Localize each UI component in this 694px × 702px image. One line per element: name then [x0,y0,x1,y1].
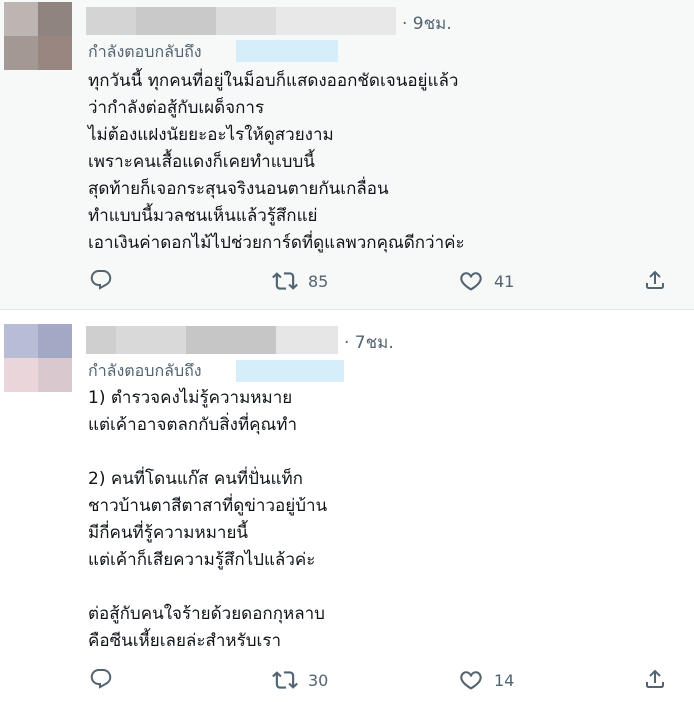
reply-icon [90,669,112,689]
share-icon [646,669,664,688]
tweet-text: ทุกวันนี้ ทุกคนที่อยู่ในม็อบก็แสดงออกชัด… [88,71,465,253]
replying-to-label: กำลังตอบกลับถึง [88,361,202,380]
retweet-button[interactable]: 85 [272,268,328,294]
retweet-icon [272,272,298,290]
retweet-button[interactable]: 30 [272,667,328,693]
share-button[interactable] [643,667,667,691]
share-button[interactable] [643,268,667,292]
tweet-timestamp[interactable]: · 9ชม. [402,10,452,37]
retweet-icon [272,671,298,689]
reply-button[interactable] [89,667,113,691]
replying-to-label: กำลังตอบกลับถึง [88,42,202,61]
replying-to-handle-redacted[interactable] [236,40,338,62]
heart-icon [460,671,482,690]
reply-button[interactable] [89,268,113,292]
retweet-count: 30 [308,670,329,690]
reply-icon [90,270,112,290]
author-name-redacted[interactable] [86,326,338,354]
avatar[interactable] [4,324,72,392]
heart-icon [460,272,482,291]
author-name-redacted[interactable] [86,7,396,35]
tweet-text: 1) ตำรวจคงไม่รู้ความหมาย แต่เค้าอาจตลกกั… [88,388,328,651]
like-count: 14 [494,670,515,690]
tweet-reply-1[interactable]: · 9ชม. กำลังตอบกลับถึง ทุกวันนี้ ทุกคนที… [0,0,694,309]
like-count: 41 [494,271,515,291]
tweet-reply-2[interactable]: · 7ชม. กำลังตอบกลับถึง 1) ตำรวจคงไม่รู้ค… [0,309,694,702]
share-icon [646,270,664,289]
retweet-count: 85 [308,271,329,291]
like-button[interactable]: 14 [458,667,514,693]
tweet-timestamp[interactable]: · 7ชม. [344,329,394,356]
replying-to-handle-redacted[interactable] [236,360,344,382]
like-button[interactable]: 41 [458,268,514,294]
avatar[interactable] [4,2,72,70]
